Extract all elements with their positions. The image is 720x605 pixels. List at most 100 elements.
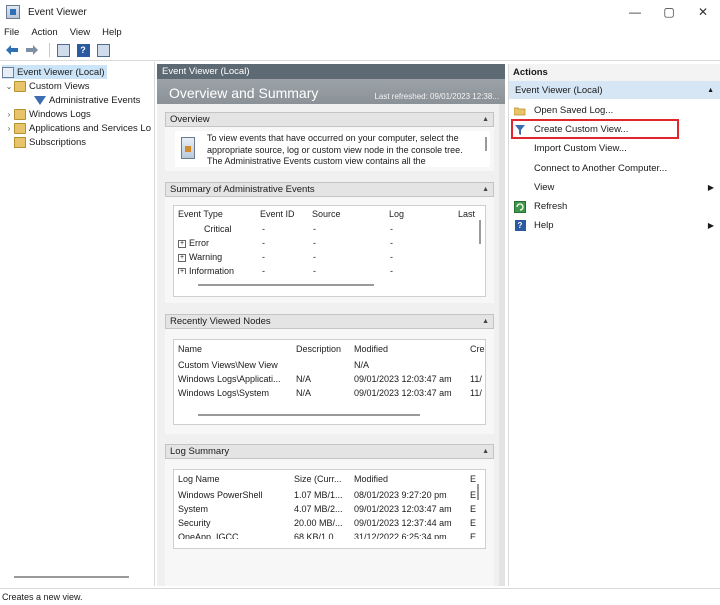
- close-button[interactable]: ✕: [686, 0, 720, 24]
- collapse-caret-icon[interactable]: ▲: [482, 318, 489, 325]
- log-name-cell[interactable]: Security: [178, 518, 211, 528]
- column-header[interactable]: Last: [458, 209, 475, 219]
- section-title: Log Summary: [170, 446, 230, 457]
- node-name-cell[interactable]: Windows Logs\Applicati...: [178, 374, 292, 384]
- table-horizontal-scrollbar[interactable]: [198, 414, 420, 416]
- tree-horizontal-scrollbar[interactable]: [14, 576, 129, 578]
- action-refresh[interactable]: Refresh: [509, 198, 720, 215]
- collapse-caret-icon[interactable]: ▲: [707, 87, 714, 94]
- help-icon[interactable]: ?: [75, 42, 91, 58]
- table-vertical-scrollbar[interactable]: [477, 484, 479, 500]
- overview-section-header[interactable]: Overview ▲: [165, 112, 494, 127]
- refresh-icon: [514, 200, 526, 213]
- column-header[interactable]: Event ID: [260, 209, 295, 219]
- log-name-cell[interactable]: OneApp_IGCC: [178, 532, 239, 539]
- column-header[interactable]: Log Name: [178, 474, 220, 484]
- column-header[interactable]: Modified: [354, 344, 388, 354]
- event-type-cell: Error: [189, 238, 209, 248]
- tree-item-administrative-events[interactable]: Administrative Events: [34, 93, 140, 107]
- overview-section-body: To view events that have occurred on you…: [165, 127, 494, 171]
- title-bar: Event Viewer — ▢ ✕: [0, 0, 720, 24]
- event-type-cell: Critical: [204, 224, 232, 234]
- table-row[interactable]: + Information: [178, 266, 234, 274]
- subscriptions-icon: [14, 136, 26, 148]
- event-type-cell: Information: [189, 266, 235, 274]
- center-pane: Event Viewer (Local) Overview and Summar…: [157, 64, 505, 586]
- table-horizontal-scrollbar[interactable]: [198, 284, 374, 286]
- column-header[interactable]: Size (Curr...: [294, 474, 350, 484]
- tree-item-event-viewer-local[interactable]: Event Viewer (Local): [2, 65, 108, 79]
- admin-summary-section-header[interactable]: Summary of Administrative Events ▲: [165, 182, 494, 197]
- collapse-caret-icon[interactable]: ▲: [482, 116, 489, 123]
- center-pane-header: Event Viewer (Local): [157, 64, 505, 79]
- tree-item-label: Event Viewer (Local): [17, 66, 105, 78]
- center-vertical-scrollbar[interactable]: [499, 104, 505, 586]
- tree-item-label: Administrative Events: [49, 94, 141, 106]
- menu-help[interactable]: Help: [102, 27, 122, 38]
- submenu-arrow-icon: ▶: [707, 183, 714, 192]
- table-row[interactable]: + Error: [178, 238, 209, 248]
- overview-scrollbar[interactable]: [485, 137, 487, 151]
- collapse-caret-icon[interactable]: ▲: [482, 448, 489, 455]
- node-name-cell[interactable]: Custom Views\New View: [178, 360, 292, 370]
- column-header[interactable]: Modified: [354, 474, 388, 484]
- action-import-custom-view[interactable]: Import Custom View...: [509, 140, 720, 157]
- folder-icon: [14, 108, 26, 120]
- column-header[interactable]: E: [470, 474, 476, 484]
- action-help[interactable]: ? Help ▶: [509, 217, 720, 234]
- open-folder-icon: [514, 105, 526, 117]
- back-arrow-icon[interactable]: [4, 42, 20, 58]
- table-row[interactable]: + Warning: [178, 252, 222, 262]
- tree-item-windows-logs[interactable]: › Windows Logs: [4, 107, 91, 121]
- expand-plus-icon[interactable]: +: [178, 239, 186, 248]
- overview-box: To view events that have occurred on you…: [175, 131, 490, 167]
- maximize-button[interactable]: ▢: [652, 0, 686, 24]
- section-title: Recently Viewed Nodes: [170, 316, 271, 327]
- expand-chevron-icon[interactable]: ›: [4, 110, 14, 119]
- column-header[interactable]: Description: [296, 344, 341, 354]
- table-vertical-scrollbar[interactable]: [479, 220, 481, 244]
- log-cell: -: [390, 252, 393, 262]
- expand-chevron-icon[interactable]: ›: [4, 124, 14, 133]
- log-modified-cell: 09/01/2023 12:03:47 am: [354, 504, 452, 514]
- forward-arrow-icon[interactable]: [24, 42, 40, 58]
- menu-view[interactable]: View: [70, 27, 90, 38]
- collapse-caret-icon[interactable]: ▲: [482, 186, 489, 193]
- collapse-chevron-icon[interactable]: ⌄: [4, 82, 14, 91]
- node-description-cell: N/A: [296, 388, 312, 398]
- node-created-cell: 11/: [470, 388, 482, 398]
- expand-plus-icon[interactable]: +: [178, 253, 186, 262]
- overview-text: To view events that have occurred on you…: [207, 133, 463, 166]
- log-name-cell[interactable]: Windows PowerShell: [178, 490, 263, 500]
- show-hide-tree-icon[interactable]: [55, 42, 71, 58]
- log-name-cell[interactable]: System: [178, 504, 208, 514]
- log-size-cell: 68 KB/1.0...: [294, 532, 342, 539]
- actions-group-header[interactable]: Event Viewer (Local) ▲: [509, 81, 720, 99]
- action-open-saved-log[interactable]: Open Saved Log...: [509, 102, 720, 119]
- log-summary-section-header[interactable]: Log Summary ▲: [165, 444, 494, 459]
- show-hide-action-pane-icon[interactable]: [95, 42, 111, 58]
- tree-item-subscriptions[interactable]: Subscriptions: [14, 135, 86, 149]
- minimize-button[interactable]: —: [618, 0, 652, 24]
- expand-plus-icon[interactable]: +: [178, 267, 186, 274]
- tree-item-applications-services[interactable]: › Applications and Services Lo: [4, 121, 154, 135]
- action-spacer: [514, 143, 526, 155]
- column-header[interactable]: Cre: [470, 344, 485, 354]
- recent-nodes-section-header[interactable]: Recently Viewed Nodes ▲: [165, 314, 494, 329]
- menu-file[interactable]: File: [4, 27, 19, 38]
- column-header[interactable]: Log: [389, 209, 404, 219]
- column-header[interactable]: Event Type: [178, 209, 223, 219]
- menu-action[interactable]: Action: [31, 27, 57, 38]
- last-refreshed-text: Last refreshed: 09/01/2023 12:38...: [374, 92, 499, 101]
- tree-item-label: Windows Logs: [29, 108, 91, 120]
- column-header[interactable]: Name: [178, 344, 202, 354]
- action-view[interactable]: View ▶: [509, 179, 720, 196]
- admin-summary-table: Event Type Event ID Source Log Last Crit…: [173, 205, 486, 297]
- column-header[interactable]: Source: [312, 209, 341, 219]
- center-content: Overview ▲ To view events that have occu…: [157, 104, 499, 586]
- log-cell: -: [390, 238, 393, 248]
- node-name-cell[interactable]: Windows Logs\System: [178, 388, 292, 398]
- action-connect-to-another-computer[interactable]: Connect to Another Computer...: [509, 160, 720, 177]
- tree-item-custom-views[interactable]: ⌄ Custom Views: [4, 79, 90, 93]
- log-e-cell: E: [470, 532, 477, 539]
